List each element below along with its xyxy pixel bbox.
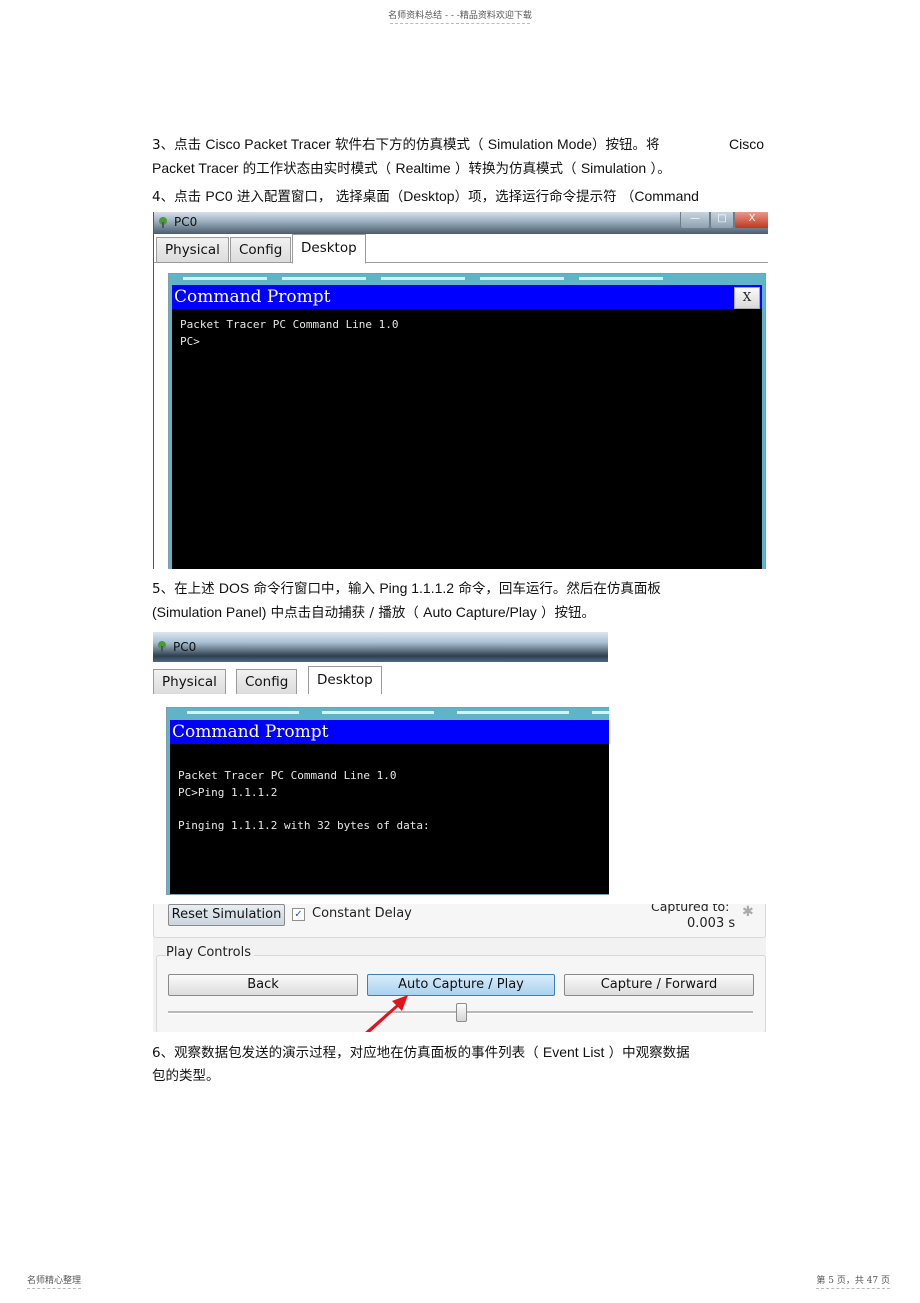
captured-to-value: 0.003 s [687, 916, 736, 931]
tab-bar: Physical Config Desktop [153, 666, 608, 694]
capture-forward-button[interactable]: Capture / Forward [564, 974, 754, 996]
constant-delay-checkbox[interactable]: ✓ [292, 908, 305, 921]
maximize-button[interactable]: □ [710, 212, 734, 229]
window-titlebar[interactable]: PC0 [153, 632, 608, 662]
decor-strip [480, 277, 564, 280]
step-5-line-2: (Simulation Panel) 中点击自动捕获 / 播放（ Auto Ca… [152, 604, 596, 621]
footer-right: 第 5 页，共 47 页 [816, 1273, 890, 1289]
step-3-line-1: 3、点击 Cisco Packet Tracer 软件右下方的仿真模式（ Sim… [152, 136, 764, 153]
footer-left: 名师精心整理 [27, 1273, 82, 1289]
tab-desktop[interactable]: Desktop [308, 666, 382, 694]
command-prompt-title: Command Prompt X [172, 285, 762, 309]
terminal-line: PC> [180, 334, 200, 348]
page-header-text: 名师资料总结 - - -精品资料欢迎下载 [388, 11, 532, 21]
terminal-line: Packet Tracer PC Command Line 1.0 [178, 769, 397, 782]
tab-physical[interactable]: Physical [156, 237, 229, 263]
footer-divider [27, 1288, 82, 1289]
terminal-output[interactable]: Packet Tracer PC Command Line 1.0 PC>Ping… [170, 744, 609, 894]
footer-divider [816, 1288, 890, 1289]
window-titlebar[interactable]: PC0 — □ X [154, 212, 768, 234]
play-speed-slider-thumb[interactable] [455, 1003, 467, 1022]
decor-strip [457, 711, 569, 714]
tab-bar: Physical Config Desktop [154, 234, 768, 264]
asterisk-icon: ✱ [742, 904, 754, 920]
page-number: 第 5 页，共 47 页 [816, 1276, 890, 1286]
close-button[interactable]: X [734, 212, 768, 229]
pc0-window-1: PC0 — □ X Physical Config Desktop Comman… [153, 212, 768, 569]
step-5-paragraph: 5、在上述 DOS 命令行窗口中，输入 Ping 1.1.1.2 命令，回车运行… [152, 577, 764, 625]
red-arrow-annotation [365, 995, 408, 1032]
decor-strip [187, 711, 299, 714]
decor-strip [592, 711, 609, 714]
captured-to-label: Captured to: [651, 904, 730, 914]
minimize-button[interactable]: — [680, 212, 710, 229]
constant-delay-label: Constant Delay [312, 906, 412, 921]
tab-config[interactable]: Config [230, 237, 292, 263]
command-prompt-title: Command Prompt [170, 720, 609, 744]
step-6-paragraph: 6、观察数据包发送的演示过程，对应地在仿真面板的事件列表（ Event List… [152, 1041, 764, 1088]
tab-physical[interactable]: Physical [153, 669, 226, 694]
terminal-line: Packet Tracer PC Command Line 1.0 [180, 318, 399, 331]
arrow-icon [365, 995, 408, 1032]
command-prompt-frame: Command Prompt X Packet Tracer PC Comman… [168, 273, 766, 569]
pc0-window-2: PC0 Physical Config Desktop [153, 632, 608, 694]
simulation-panel: Reset Simulation ✓ Constant Delay Captur… [153, 904, 766, 1032]
decor-strip [579, 277, 663, 280]
command-prompt-close-button[interactable]: X [734, 287, 760, 309]
decor-strip [322, 711, 434, 714]
step-6-line-1: 6、观察数据包发送的演示过程，对应地在仿真面板的事件列表（ Event List… [152, 1044, 690, 1061]
terminal-line: Pinging 1.1.1.2 with 32 bytes of data: [178, 818, 430, 832]
step-6-line-2: 包的类型。 [152, 1068, 220, 1084]
terminal-line: PC>Ping 1.1.1.2 [178, 785, 278, 799]
play-controls-label: Play Controls [166, 945, 255, 960]
window-title: PC0 [173, 640, 197, 654]
command-prompt-frame-2: Command Prompt Packet Tracer PC Command … [166, 707, 609, 895]
back-button[interactable]: Back [168, 974, 358, 996]
tab-config[interactable]: Config [236, 669, 298, 694]
decor-strip [381, 277, 465, 280]
page-header: 名师资料总结 - - -精品资料欢迎下载 [0, 8, 920, 24]
terminal-output[interactable]: Packet Tracer PC Command Line 1.0 PC> [172, 309, 762, 569]
pc-icon [158, 641, 166, 652]
pc-icon [159, 217, 167, 228]
window-title: PC0 [174, 215, 198, 229]
step-5-line-1: 5、在上述 DOS 命令行窗口中，输入 Ping 1.1.1.2 命令，回车运行… [152, 580, 661, 597]
step-3-line-2: Packet Tracer 的工作状态由实时模式（ Realtime ）转换为仿… [152, 160, 671, 177]
header-divider [390, 23, 530, 24]
tab-desktop[interactable]: Desktop [292, 234, 366, 264]
reset-simulation-button[interactable]: Reset Simulation [168, 904, 285, 926]
terminal-line: ​ [178, 801, 609, 818]
decor-strip [282, 277, 366, 280]
decor-strip [183, 277, 267, 280]
